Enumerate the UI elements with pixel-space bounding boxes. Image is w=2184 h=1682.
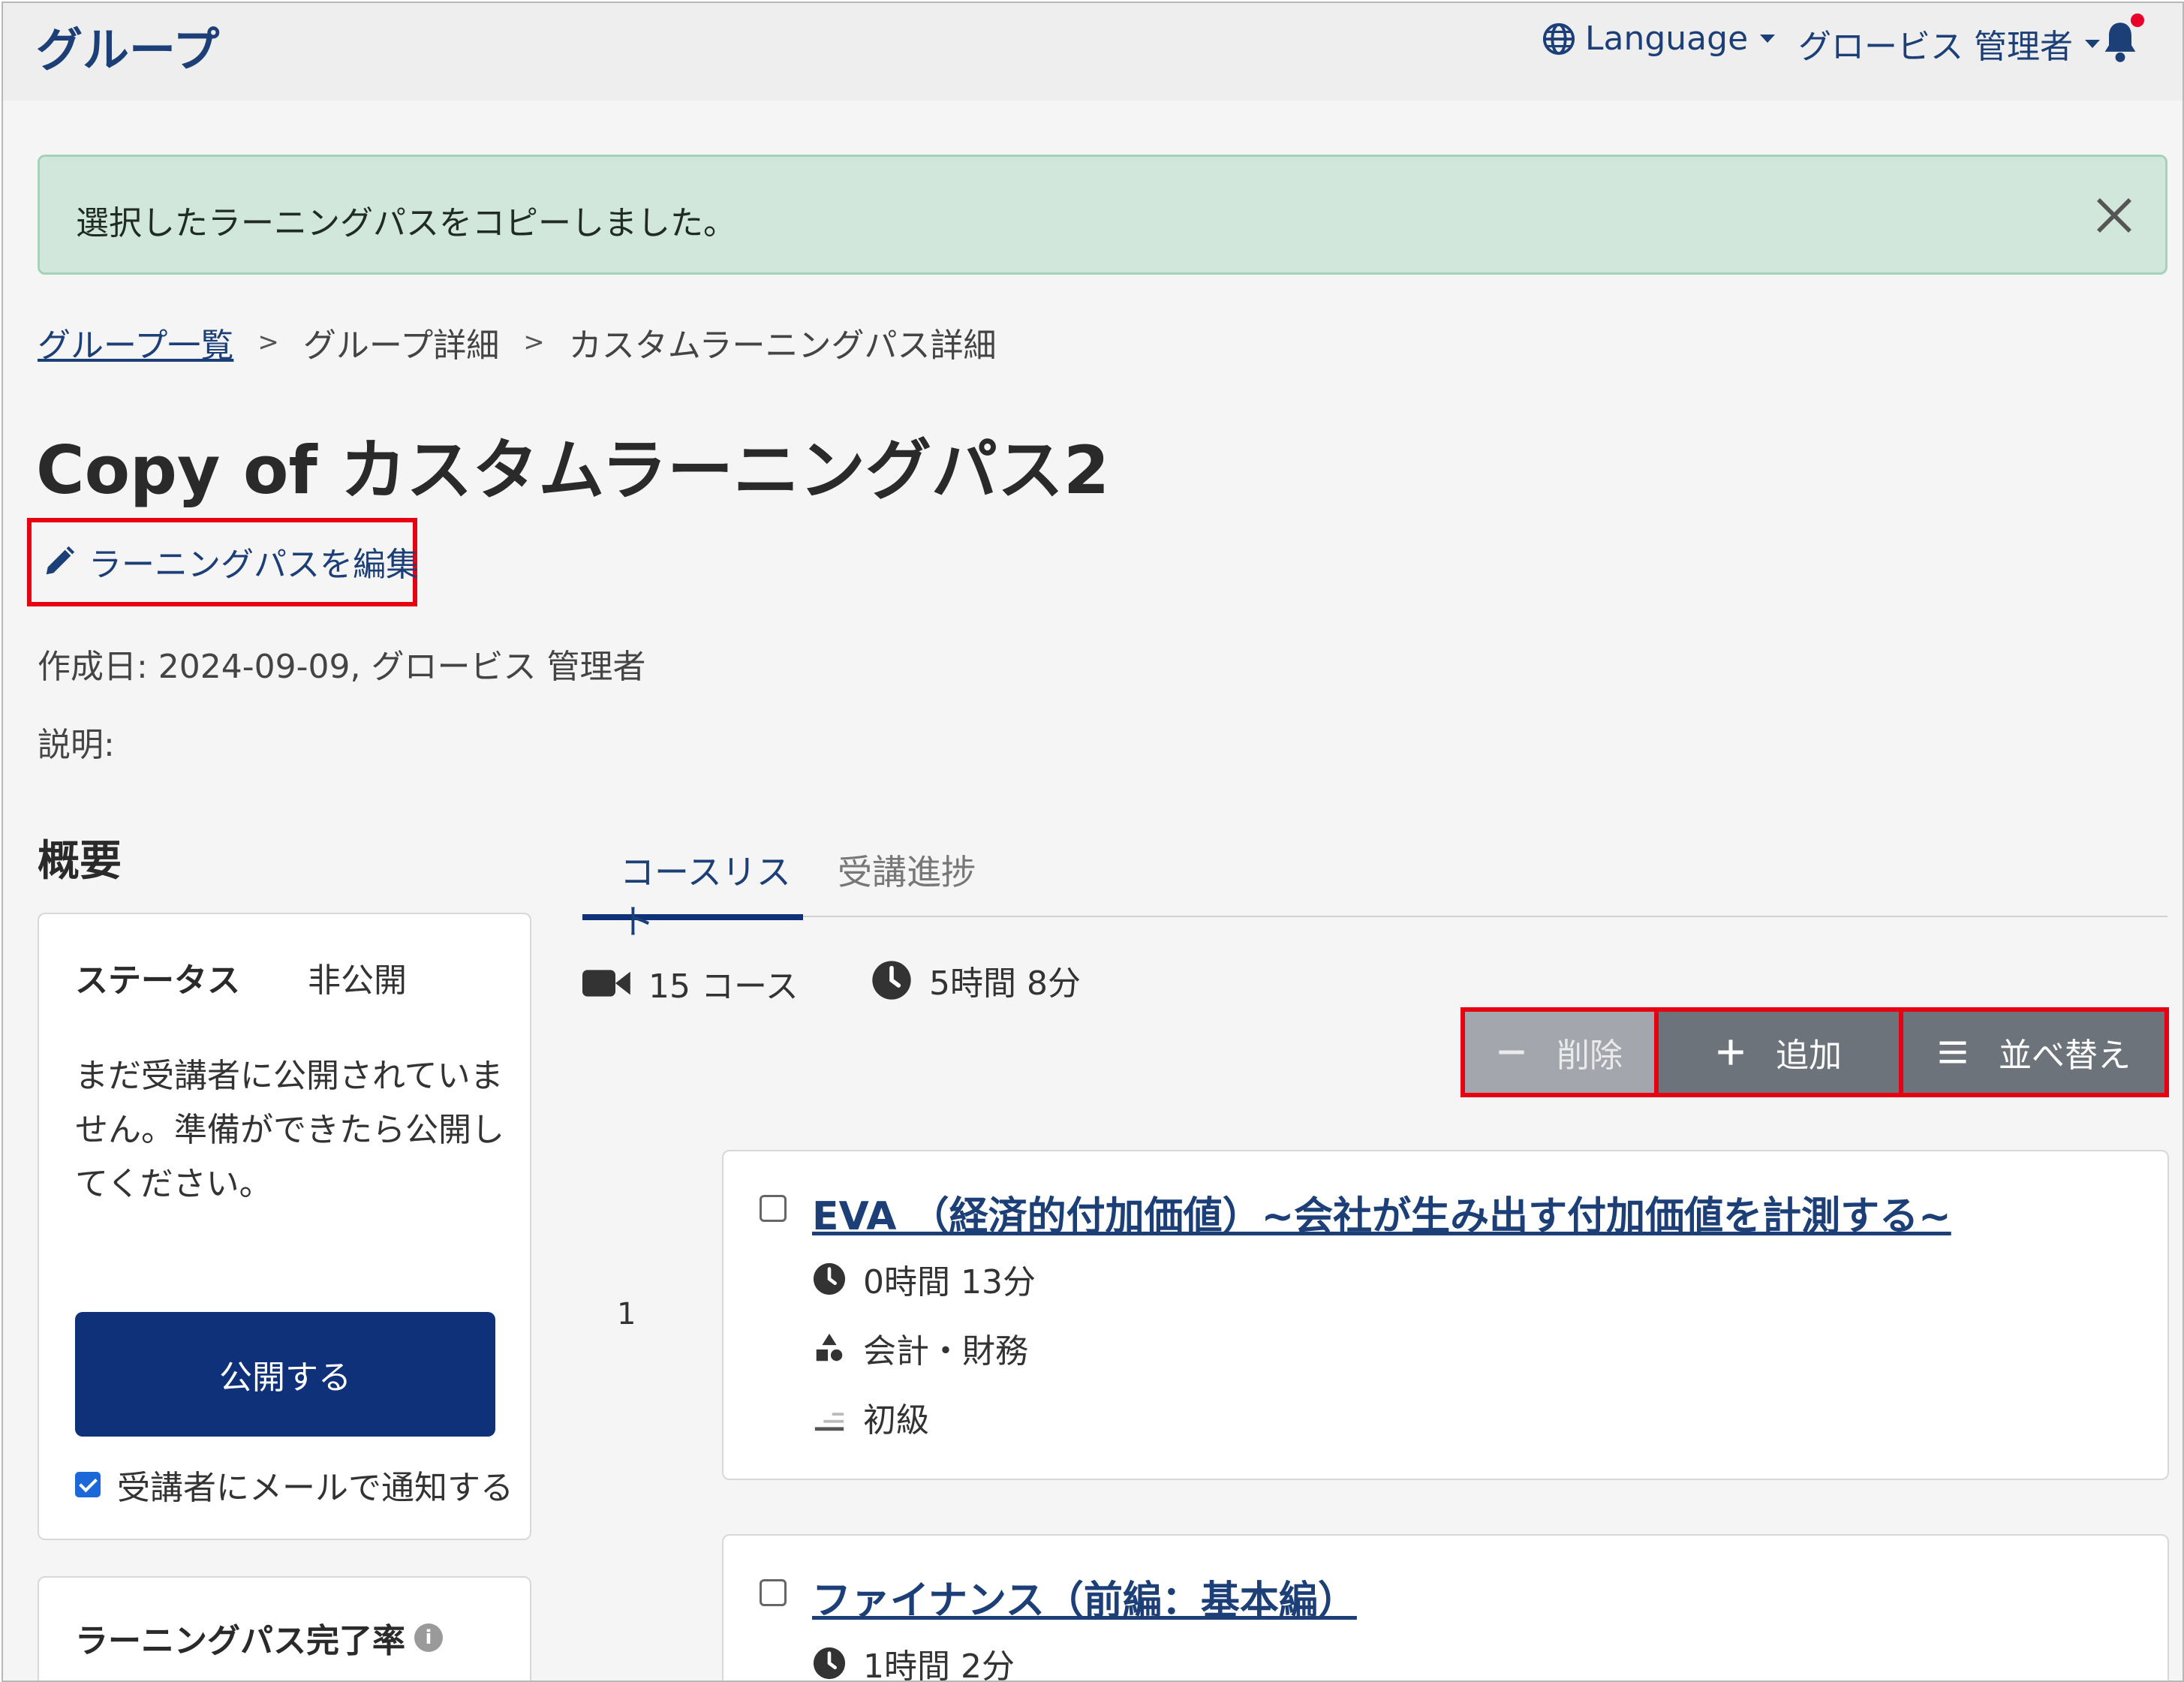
course-title-link[interactable]: ファイナンス（前編：基本編） [812,1569,1357,1625]
tab-progress[interactable]: 受講進捗 [838,845,976,895]
caret-down-icon [1760,35,1776,43]
globe-icon [1542,23,1575,55]
status-card: ステータス 非公開 まだ受講者に公開されていません。準備ができたら公開してくださ… [38,913,531,1540]
course-checkbox[interactable] [760,1579,787,1606]
edit-label: ラーニングパスを編集 [89,546,419,584]
plus-icon [1718,1040,1743,1065]
level-icon [814,1413,844,1431]
clock-icon [872,961,911,1000]
alert-message: 選択したラーニングパスをコピーしました。 [76,204,736,242]
course-level-text: 初級 [863,1401,929,1440]
completion-label: ラーニングパス完了率 [75,1622,405,1660]
course-checkbox[interactable] [760,1195,787,1222]
minus-icon [1499,1050,1524,1055]
created-meta: 作成日: 2024-09-09, グロービス 管理者 [38,648,646,686]
breadcrumb-group-list[interactable]: グループ一覧 [38,318,233,366]
completion-label-row: ラーニングパス完了率 i [75,1614,443,1662]
user-menu[interactable]: グロービス 管理者 [1798,20,2100,68]
status-message: まだ受講者に公開されていません。準備ができたら公開してください。 [75,1057,504,1203]
app-title: グループ [36,23,220,77]
status-value: 非公開 [308,961,407,1000]
completion-card: ラーニングパス完了率 i [38,1576,531,1680]
breadcrumb-group-detail[interactable]: グループ詳細 [303,318,499,366]
breadcrumb: グループ一覧 > グループ詳細 > カスタムラーニングパス詳細 [38,318,997,366]
clock-icon [813,1647,846,1680]
course-level: 初級 [812,1393,929,1441]
page-title: Copy of カスタムラーニングパス2 [36,432,1110,509]
clock-icon [813,1262,846,1295]
add-label: 追加 [1776,1037,1842,1075]
course-count: 15 コース [582,959,799,1007]
overview-title: 概要 [38,837,122,886]
publish-button[interactable]: 公開する [75,1312,495,1437]
notify-label: 受講者にメールで通知する [117,1469,513,1507]
info-icon[interactable]: i [414,1623,443,1652]
delete-button[interactable]: 削除 [1461,1007,1659,1097]
breadcrumb-separator: > [523,327,545,357]
shapes-icon [816,1333,843,1362]
description-label: 説明: [38,726,115,764]
sort-button[interactable]: 並べ替え [1899,1007,2169,1097]
sort-label: 並べ替え [1999,1037,2131,1075]
app-window: グループ Language グロービス 管理者 選択したラーニングパスをコピーし… [2,2,2184,1682]
tabs-divider [582,916,2167,917]
course-duration: 1時間 2分 [812,1639,1015,1682]
course-duration-text: 0時間 13分 [863,1263,1036,1301]
course-card: ファイナンス（前編：基本編） 1時間 2分 [722,1534,2169,1682]
caret-down-icon [2085,39,2100,48]
user-name: グロービス 管理者 [1798,28,2073,66]
course-title-link[interactable]: EVA （経済的付加価値）~会社が生み出す付加価値を計測する~ [812,1184,1951,1241]
close-icon[interactable] [2093,194,2135,236]
edit-learning-path-link[interactable]: ラーニングパスを編集 [42,537,419,585]
status-label: ステータス [75,961,240,1000]
menu-lines-icon [1939,1041,1966,1064]
total-duration-text: 5時間 8分 [929,964,1081,1003]
language-label: Language [1585,20,1749,58]
course-index: 1 [617,1297,636,1331]
course-duration-text: 1時間 2分 [863,1647,1015,1682]
video-camera-icon [582,970,630,997]
course-duration: 0時間 13分 [812,1255,1036,1303]
course-card: EVA （経済的付加価値）~会社が生み出す付加価値を計測する~ 0時間 13分 … [722,1150,2169,1480]
tab-course-list[interactable]: コースリスト [582,841,803,942]
language-menu[interactable]: Language [1542,20,1776,58]
total-duration: 5時間 8分 [871,956,1081,1004]
delete-label: 削除 [1557,1037,1623,1075]
course-toolbar: 削除 追加 並べ替え [1461,1007,2169,1097]
breadcrumb-current: カスタムラーニングパス詳細 [568,326,997,365]
notify-option[interactable]: 受講者にメールで通知する [75,1461,513,1509]
course-count-text: 15 コース [648,967,799,1006]
tab-course-list-label: コースリスト [620,852,791,942]
course-category-text: 会計・財務 [863,1332,1028,1371]
add-button[interactable]: 追加 [1659,1007,1899,1097]
notify-checkbox[interactable] [75,1472,101,1497]
course-category: 会計・財務 [812,1324,1028,1372]
breadcrumb-separator: > [257,327,279,357]
notification-badge [2131,14,2144,27]
top-bar: グループ Language グロービス 管理者 [3,3,2182,101]
pencil-icon [46,546,75,575]
success-alert: 選択したラーニングパスをコピーしました。 [38,155,2167,275]
